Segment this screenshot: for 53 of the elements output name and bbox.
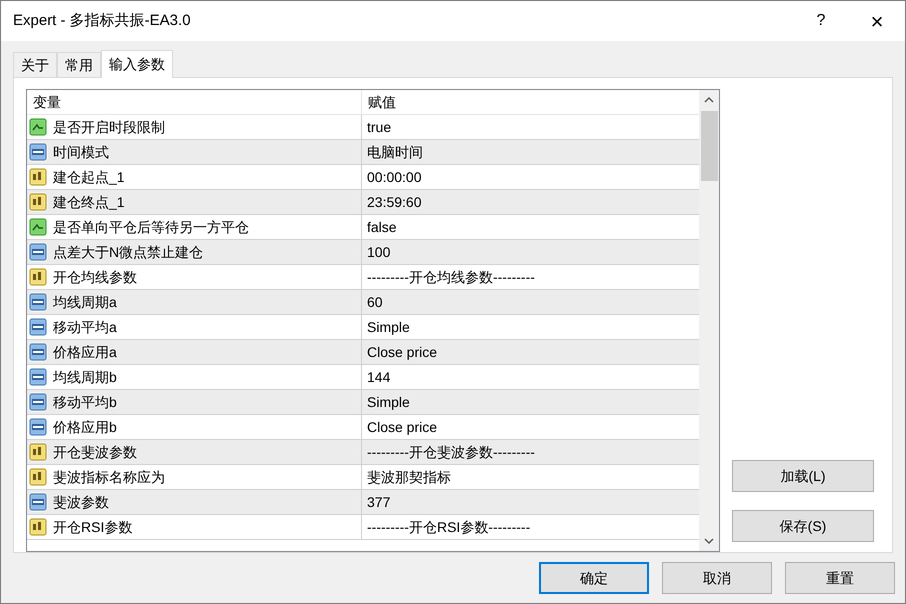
tab[interactable]: 关于 [13,52,57,78]
column-header: 变量 [27,90,362,114]
parameter-name: 开仓均线参数 [53,268,137,287]
parameter-value[interactable]: Simple [362,315,699,340]
parameter-value[interactable]: Simple [362,390,699,414]
parameter-value[interactable]: false [362,215,699,240]
close-button[interactable]: × [849,1,905,41]
parameter-name: 移动平均b [53,392,117,412]
parameter-name: 价格应用a [53,342,117,362]
parameter-value[interactable]: true [362,115,699,140]
parameter-value[interactable]: 60 [362,290,699,314]
parameter-name: 是否开启时段限制 [53,118,165,137]
boolean-icon [29,118,47,136]
dialog-button[interactable]: 取消 [662,562,772,594]
parameter-value[interactable]: ---------开仓RSI参数--------- [362,515,699,540]
parameter-name: 点差大于N微点禁止建仓 [53,242,204,262]
parameter-name: 斐波参数 [53,492,109,512]
parameter-value[interactable]: Close price [362,340,699,364]
parameter-value[interactable]: 23:59:60 [362,190,699,214]
parameter-value[interactable]: 100 [362,240,699,264]
parameter-name: 是否单向平仓后等待另一方平仓 [53,218,249,237]
window-title: Expert - 多指标共振-EA3.0 [13,10,192,31]
parameter-value[interactable]: 144 [362,365,699,390]
parameter-value[interactable]: ---------开仓斐波参数--------- [362,440,699,464]
parameter-name: 价格应用b [53,418,117,437]
parameter-value[interactable]: 电脑时间 [362,140,699,164]
parameter-name: 斐波指标名称应为 [53,468,165,487]
parameter-name: 开仓RSI参数 [53,518,132,537]
scroll-up-icon[interactable] [704,97,714,104]
side-button[interactable]: 加载(L) [732,460,874,492]
tab[interactable]: 常用 [57,52,101,78]
parameter-name: 开仓斐波参数 [53,442,137,462]
parameter-value[interactable]: 00:00:00 [362,165,699,190]
parameter-value[interactable]: 斐波那契指标 [362,465,699,490]
dialog-button[interactable]: 确定 [539,562,649,594]
boolean-icon [29,218,47,236]
help-button[interactable]: ? [793,1,849,41]
scroll-down-icon[interactable] [704,538,714,544]
parameter-value[interactable]: Close price [362,415,699,440]
parameter-name: 建仓起点_1 [53,168,125,187]
tab[interactable]: 输入参数 [101,50,173,78]
parameter-value[interactable]: 377 [362,490,699,514]
column-header: 赋值 [367,92,397,112]
parameter-name: 均线周期b [53,368,117,387]
parameter-name: 均线周期a [53,292,117,312]
parameter-name: 建仓终点_1 [53,192,125,212]
side-button[interactable]: 保存(S) [732,510,874,542]
parameter-value[interactable]: ---------开仓均线参数--------- [362,265,699,290]
dialog-button[interactable]: 重置 [785,562,895,594]
parameter-name: 移动平均a [53,318,117,337]
scrollbar[interactable] [699,90,719,552]
scroll-thumb[interactable] [700,111,718,182]
parameter-name: 时间模式 [53,142,109,162]
